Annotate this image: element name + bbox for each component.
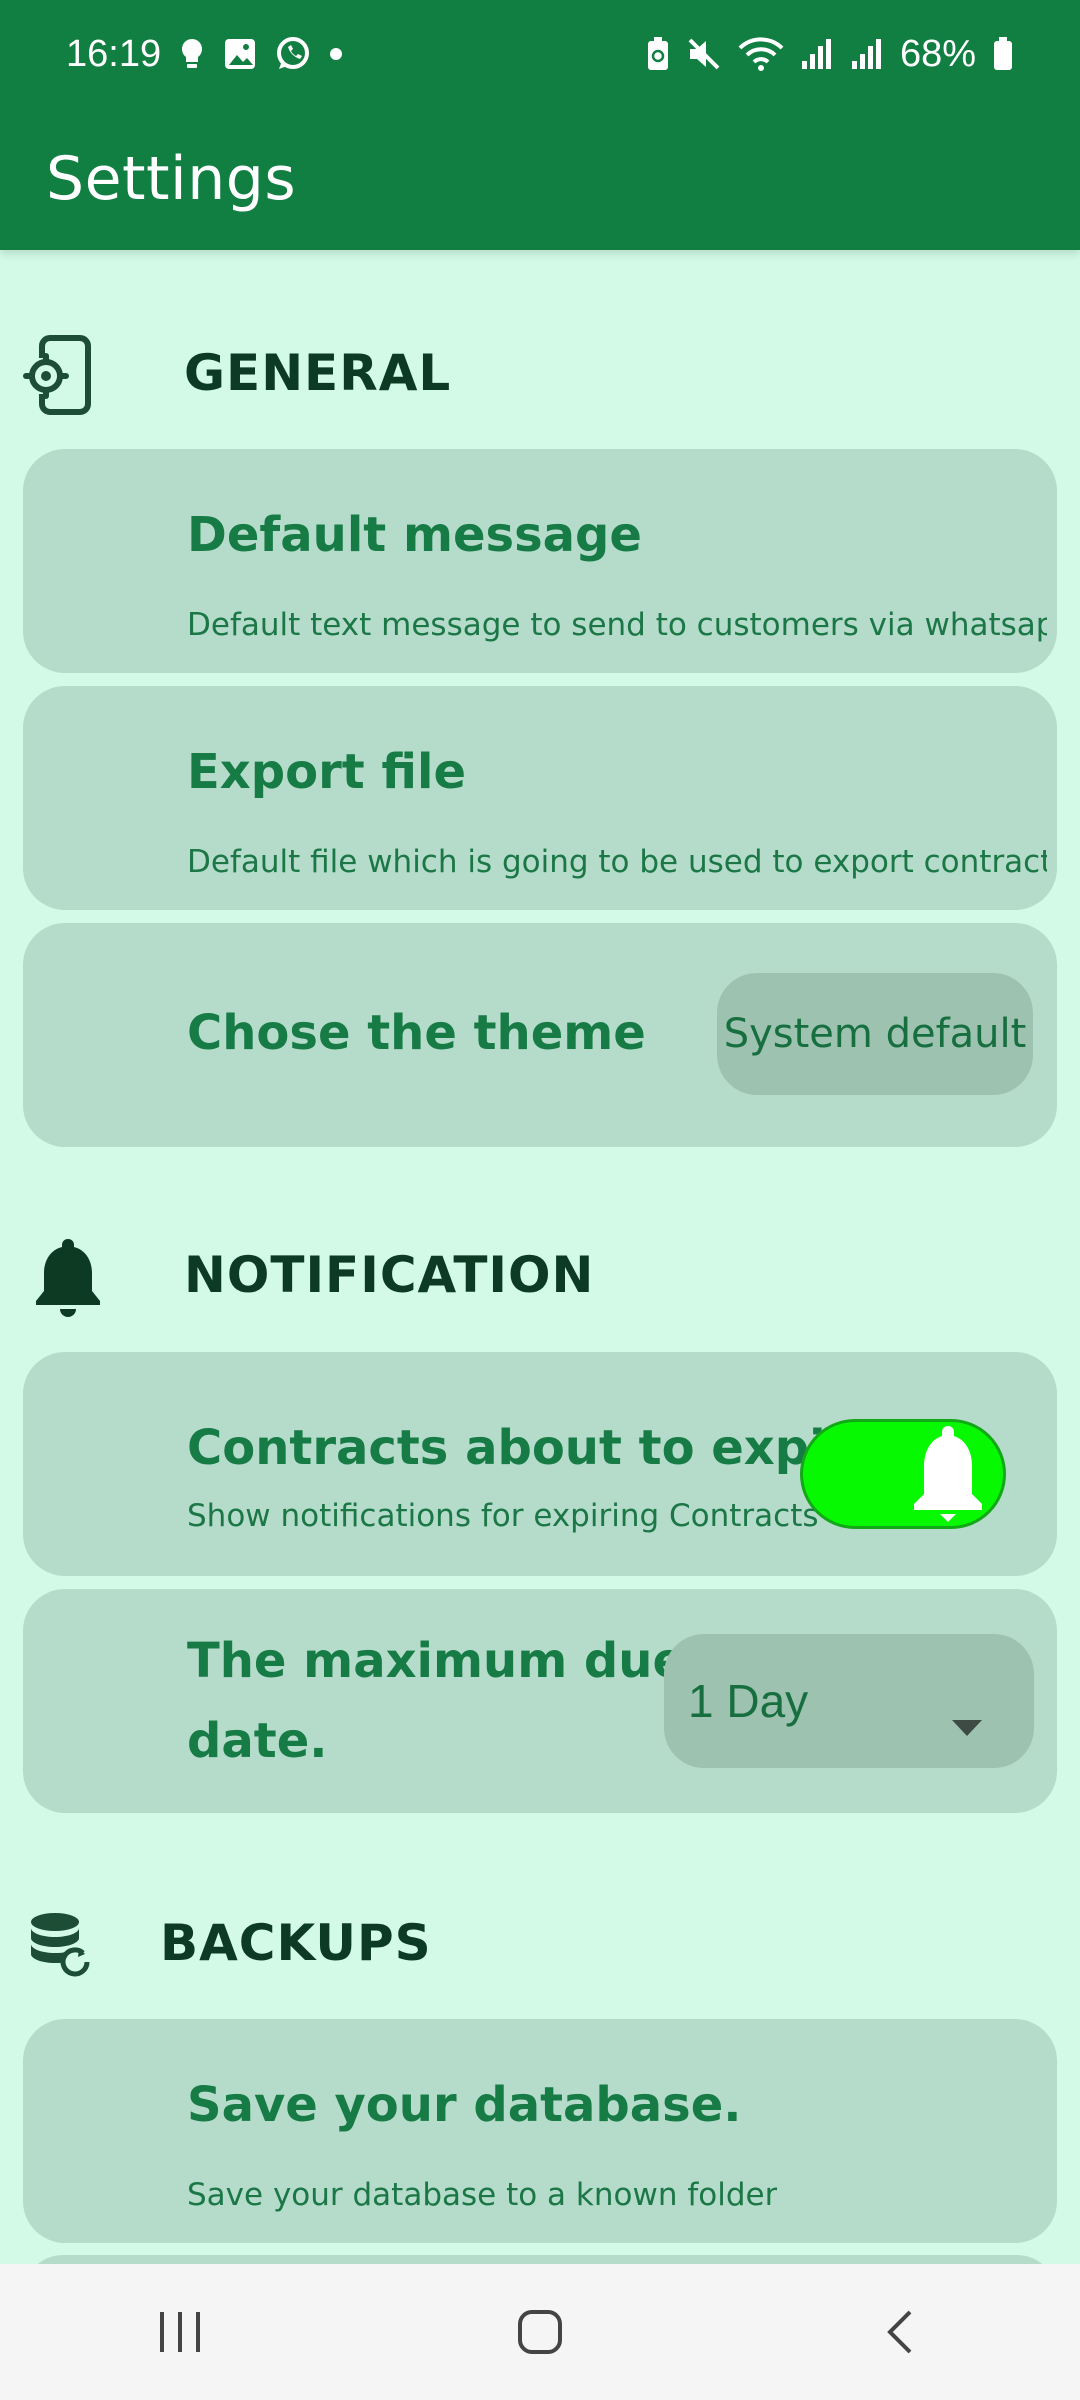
save-database-title: Save your database. [187, 2077, 742, 2133]
recents-button[interactable] [120, 2282, 240, 2382]
section-header-backups: BACKUPS [0, 1900, 1080, 1990]
default-message-card[interactable]: Default message Default text message to … [23, 449, 1057, 673]
bell-toggle-icon [911, 1424, 985, 1532]
save-database-card[interactable]: Save your database. Save your database t… [23, 2019, 1057, 2243]
signal-icon-2 [850, 37, 884, 71]
page-title: Settings [46, 144, 297, 214]
export-file-title: Export file [187, 744, 466, 800]
expire-notification-card: Contracts about to expire Show notificat… [23, 1352, 1057, 1576]
dot-icon [329, 47, 343, 61]
image-icon [223, 37, 257, 71]
theme-card: Chose the theme System default [23, 923, 1057, 1147]
max-due-date-card: The maximum due date. 1 Day [23, 1589, 1057, 1813]
default-message-title: Default message [187, 507, 642, 563]
bell-icon [30, 1232, 106, 1322]
expire-notification-title: Contracts about to expire [187, 1420, 882, 1476]
export-file-subtitle: Default file which is going to be used t… [187, 844, 1047, 880]
theme-title: Chose the theme [187, 1005, 646, 1061]
lightbulb-icon [179, 37, 205, 71]
max-due-date-title-line2: date. [187, 1713, 328, 1769]
max-due-date-value: 1 Day [688, 1675, 809, 1727]
expire-notification-subtitle: Show notifications for expiring Contract… [187, 1498, 819, 1534]
section-title-general: GENERAL [184, 344, 452, 402]
battery-percent: 68% [899, 32, 976, 75]
status-time: 16:19 [66, 32, 162, 75]
settings-phone-icon [20, 330, 96, 420]
save-database-subtitle: Save your database to a known folder [187, 2177, 778, 2213]
max-due-date-dropdown[interactable]: 1 Day [664, 1634, 1034, 1768]
max-due-date-title-line1: The maximum due [187, 1633, 685, 1689]
export-file-card[interactable]: Export file Default file which is going … [23, 686, 1057, 910]
signal-icon [800, 37, 834, 71]
battery-saver-icon [646, 36, 670, 72]
expire-notification-toggle[interactable] [800, 1419, 1006, 1529]
section-header-notification: NOTIFICATION [0, 1232, 1080, 1322]
wifi-icon [738, 36, 784, 72]
section-title-notification: NOTIFICATION [184, 1246, 595, 1304]
mute-icon [686, 36, 722, 72]
dropdown-arrow-icon [952, 1693, 982, 1747]
battery-icon [992, 36, 1014, 72]
default-message-subtitle: Default text message to send to customer… [187, 607, 1047, 643]
status-bar: 16:19 68% [0, 0, 1080, 108]
app-bar: Settings [0, 108, 1080, 250]
database-sync-icon [26, 1900, 96, 1990]
section-header-general: GENERAL [0, 330, 1080, 420]
whatsapp-icon [275, 36, 311, 72]
theme-select-button[interactable]: System default [717, 973, 1033, 1095]
section-title-backups: BACKUPS [160, 1914, 432, 1972]
home-button[interactable] [480, 2282, 600, 2382]
navigation-bar [0, 2264, 1080, 2400]
back-button[interactable] [840, 2282, 960, 2382]
